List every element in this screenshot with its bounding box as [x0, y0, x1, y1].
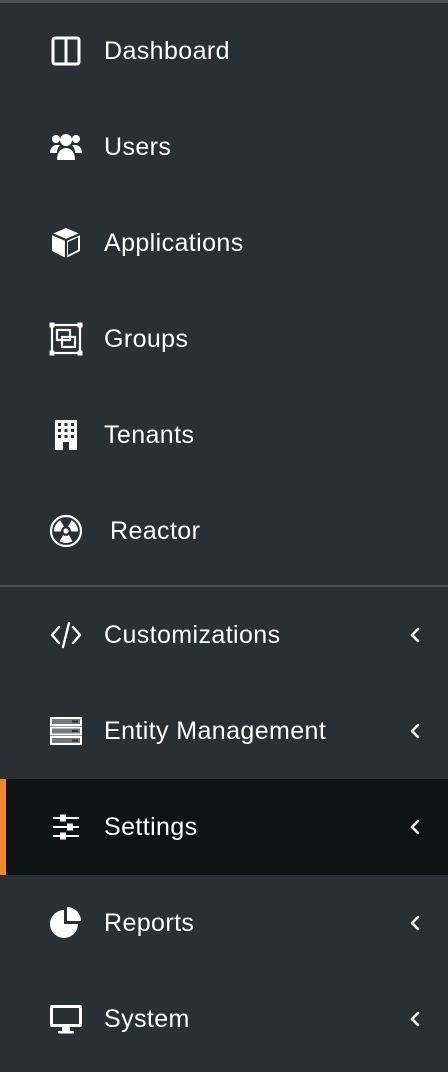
sidebar-item-label: Reactor — [110, 516, 201, 545]
sidebar-item-label: Reports — [104, 908, 195, 937]
chevron-left-icon[interactable] — [406, 1008, 424, 1030]
chart-pie-icon — [48, 905, 84, 941]
object-group-icon — [48, 321, 84, 357]
sidebar-item-tenants[interactable]: Tenants — [0, 387, 448, 483]
sidebar-item-label: Entity Management — [104, 716, 327, 745]
code-icon — [48, 617, 84, 653]
sidebar-item-groups[interactable]: Groups — [0, 291, 448, 387]
sidebar-item-label: Groups — [104, 324, 189, 353]
sidebar-item-system[interactable]: System — [0, 971, 448, 1067]
sidebar-item-settings[interactable]: Settings — [0, 779, 448, 875]
sidebar-item-label: Settings — [104, 812, 198, 841]
sidebar: Dashboard Users Applications Groups Tena… — [0, 0, 448, 1072]
sidebar-item-label: System — [104, 1004, 190, 1033]
sidebar-item-customizations[interactable]: Customizations — [0, 587, 448, 683]
sidebar-secondary-group: Customizations Entity Management Setting… — [0, 587, 448, 1067]
sidebar-item-applications[interactable]: Applications — [0, 195, 448, 291]
server-icon — [48, 713, 84, 749]
sidebar-item-users[interactable]: Users — [0, 99, 448, 195]
desktop-icon — [48, 1001, 84, 1037]
sidebar-item-reports[interactable]: Reports — [0, 875, 448, 971]
sidebar-item-label: Tenants — [104, 420, 195, 449]
sidebar-item-dashboard[interactable]: Dashboard — [0, 3, 448, 99]
sidebar-item-reactor[interactable]: Reactor — [0, 483, 448, 579]
chevron-left-icon[interactable] — [406, 816, 424, 838]
chevron-left-icon[interactable] — [406, 720, 424, 742]
sidebar-item-label: Users — [104, 132, 172, 161]
users-icon — [48, 129, 84, 165]
sidebar-item-entity-management[interactable]: Entity Management — [0, 683, 448, 779]
sidebar-item-label: Customizations — [104, 620, 281, 649]
chevron-left-icon[interactable] — [406, 912, 424, 934]
chevron-left-icon[interactable] — [406, 624, 424, 646]
sidebar-item-label: Applications — [104, 228, 244, 257]
sidebar-primary-group: Dashboard Users Applications Groups Tena… — [0, 3, 448, 585]
radiation-icon — [48, 513, 84, 549]
sliders-icon — [48, 809, 84, 845]
sidebar-item-label: Dashboard — [104, 36, 230, 65]
building-icon — [48, 417, 84, 453]
dashboard-columns-icon — [48, 33, 84, 69]
cube-icon — [48, 225, 84, 261]
